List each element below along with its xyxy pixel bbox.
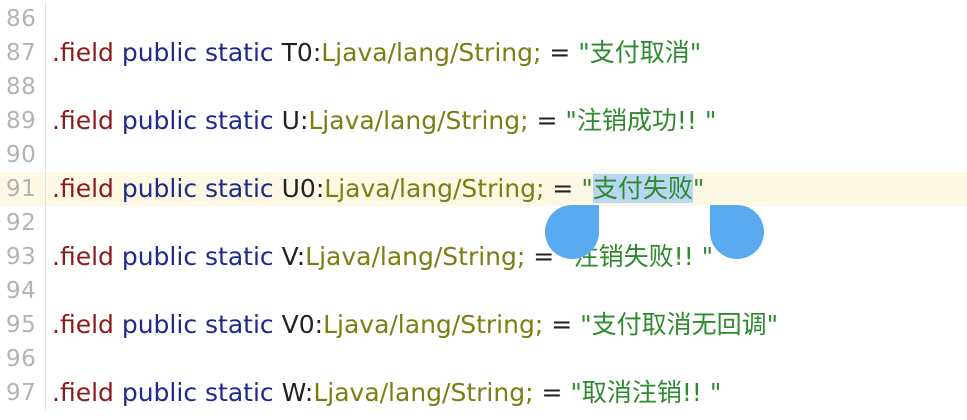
- field-name: T0: [281, 38, 313, 67]
- modifier-keyword: static: [205, 38, 274, 67]
- equals-sign: =: [551, 310, 573, 339]
- equals-sign: =: [549, 38, 571, 67]
- modifier-keyword: public: [121, 242, 198, 271]
- string-value: 支付取消无回调: [591, 310, 767, 339]
- field-type: Ljava/lang/String;: [313, 378, 534, 407]
- code-text[interactable]: .field public static T0:Ljava/lang/Strin…: [52, 36, 701, 70]
- field-type: Ljava/lang/String;: [305, 242, 526, 271]
- string-open-quote: ": [570, 378, 582, 407]
- line-gutter: 91: [0, 172, 46, 206]
- modifier-keyword: public: [121, 378, 198, 407]
- string-value: 注销成功!!: [576, 106, 705, 135]
- modifier-keyword: public: [121, 38, 198, 67]
- code-text[interactable]: .field public static U0:Ljava/lang/Strin…: [52, 172, 704, 206]
- string-close-quote: ": [766, 310, 779, 339]
- line-gutter: 90: [0, 138, 46, 172]
- string-close-quote: ": [692, 174, 705, 203]
- line-number: 93: [6, 244, 37, 270]
- string-open-quote: ": [580, 310, 592, 339]
- modifier-keyword: static: [205, 310, 274, 339]
- code-line[interactable]: 89 .field public static U:Ljava/lang/Str…: [0, 104, 967, 138]
- string-close-quote: ": [689, 38, 702, 67]
- field-name: W: [281, 378, 305, 407]
- selected-text[interactable]: 支付失败: [592, 174, 693, 203]
- string-open-quote: ": [578, 38, 590, 67]
- line-number: 90: [6, 142, 37, 168]
- field-name: V: [281, 242, 297, 271]
- field-directive: .field: [52, 106, 114, 135]
- code-text[interactable]: .field public static U:Ljava/lang/String…: [52, 104, 716, 138]
- code-line[interactable]: 87 .field public static T0:Ljava/lang/St…: [0, 36, 967, 70]
- field-name: U: [281, 106, 300, 135]
- field-type: Ljava/lang/String;: [323, 310, 544, 339]
- string-value: 支付取消: [589, 38, 690, 67]
- string-open-quote: ": [565, 106, 577, 135]
- field-directive: .field: [52, 38, 114, 67]
- code-line[interactable]: 90: [0, 138, 967, 172]
- modifier-keyword: static: [205, 106, 274, 135]
- code-line[interactable]: 86: [0, 2, 967, 36]
- line-number: 94: [6, 278, 37, 304]
- code-line[interactable]: 97 .field public static W:Ljava/lang/Str…: [0, 376, 967, 410]
- line-gutter: 97: [0, 376, 46, 410]
- equals-sign: =: [552, 174, 574, 203]
- current-code-line[interactable]: 91 .field public static U0:Ljava/lang/St…: [0, 172, 967, 206]
- line-number: 96: [6, 346, 37, 372]
- code-line[interactable]: 93 .field public static V:Ljava/lang/Str…: [0, 240, 967, 274]
- modifier-keyword: static: [205, 242, 274, 271]
- equals-sign: =: [541, 378, 563, 407]
- smali-code-editor[interactable]: 86 87 .field public static T0:Ljava/lang…: [0, 0, 967, 420]
- line-gutter: 88: [0, 70, 46, 104]
- code-text[interactable]: .field public static V0:Ljava/lang/Strin…: [52, 308, 778, 342]
- modifier-keyword: public: [121, 106, 198, 135]
- field-directive: .field: [52, 174, 114, 203]
- line-gutter: 93: [0, 240, 46, 274]
- string-open-quote: ": [581, 174, 593, 203]
- selection-handle-start-icon[interactable]: [545, 205, 599, 259]
- code-line[interactable]: 95 .field public static V0:Ljava/lang/St…: [0, 308, 967, 342]
- line-gutter: 89: [0, 104, 46, 138]
- selection-handle-end-icon[interactable]: [710, 205, 764, 259]
- field-name: V0: [281, 310, 315, 339]
- string-close-quote: ": [701, 242, 714, 271]
- line-gutter: 87: [0, 36, 46, 70]
- line-number: 86: [6, 6, 37, 32]
- line-gutter: 96: [0, 342, 46, 376]
- code-line[interactable]: 88: [0, 70, 967, 104]
- modifier-keyword: static: [205, 378, 274, 407]
- line-number: 97: [6, 380, 37, 406]
- line-number: 91: [6, 176, 37, 202]
- code-line[interactable]: 92: [0, 206, 967, 240]
- string-value: 取消注销!!: [581, 378, 710, 407]
- line-number: 89: [6, 108, 37, 134]
- field-type: Ljava/lang/String;: [308, 106, 529, 135]
- modifier-keyword: public: [121, 310, 198, 339]
- code-line[interactable]: 96: [0, 342, 967, 376]
- line-number: 95: [6, 312, 37, 338]
- line-gutter: 92: [0, 206, 46, 240]
- field-name: U0: [281, 174, 316, 203]
- field-directive: .field: [52, 378, 114, 407]
- line-gutter: 94: [0, 274, 46, 308]
- field-directive: .field: [52, 242, 114, 271]
- string-close-quote: ": [709, 378, 722, 407]
- field-type: Ljava/lang/String;: [324, 174, 545, 203]
- field-directive: .field: [52, 310, 114, 339]
- string-close-quote: ": [704, 106, 717, 135]
- code-line[interactable]: 94: [0, 274, 967, 308]
- equals-sign: =: [536, 106, 558, 135]
- modifier-keyword: public: [121, 174, 198, 203]
- field-type: Ljava/lang/String;: [321, 38, 542, 67]
- line-number: 88: [6, 74, 37, 100]
- code-text[interactable]: .field public static W:Ljava/lang/String…: [52, 376, 721, 410]
- line-gutter: 86: [0, 2, 46, 36]
- line-number: 92: [6, 210, 37, 236]
- line-gutter: 95: [0, 308, 46, 342]
- line-number: 87: [6, 40, 37, 66]
- modifier-keyword: static: [205, 174, 274, 203]
- code-text[interactable]: .field public static V:Ljava/lang/String…: [52, 240, 713, 274]
